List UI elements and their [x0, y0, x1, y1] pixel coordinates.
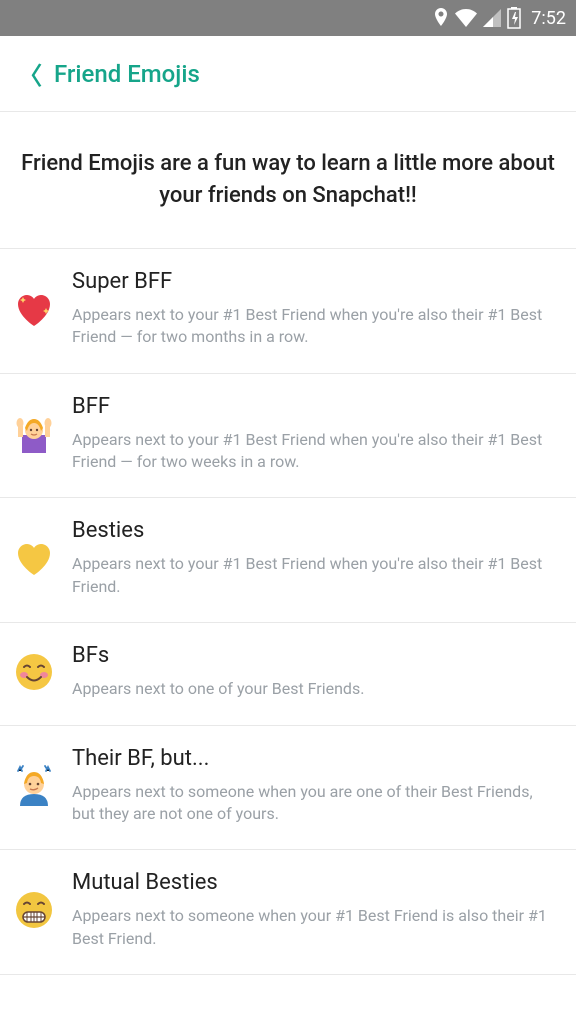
emoji-list: Super BFF Appears next to your #1 Best F…	[0, 249, 576, 975]
yellow-heart-icon	[14, 538, 54, 578]
cell-signal-icon	[483, 9, 501, 27]
grimace-face-icon	[14, 890, 54, 930]
emoji-desc: Appears next to your #1 Best Friend when…	[72, 553, 558, 598]
emoji-item-bff[interactable]: BFF Appears next to your #1 Best Friend …	[0, 374, 576, 499]
location-icon	[433, 8, 449, 28]
page-header: 〈 Friend Emojis	[0, 36, 576, 112]
emoji-title: BFF	[72, 394, 558, 419]
emoji-content: BFF Appears next to your #1 Best Friend …	[72, 394, 558, 474]
intro-text: Friend Emojis are a fun way to learn a l…	[18, 148, 558, 212]
battery-charging-icon	[507, 7, 521, 29]
emoji-desc: Appears next to someone when your #1 Bes…	[72, 905, 558, 950]
emoji-title: Besties	[72, 518, 558, 543]
emoji-item-their-bf[interactable]: Their BF, but... Appears next to someone…	[0, 726, 576, 851]
wifi-icon	[455, 9, 477, 27]
blush-face-icon	[14, 652, 54, 692]
emoji-item-besties[interactable]: Besties Appears next to your #1 Best Fri…	[0, 498, 576, 623]
back-icon[interactable]: 〈	[18, 56, 42, 91]
emoji-desc: Appears next to your #1 Best Friend when…	[72, 429, 558, 474]
emoji-content: Their BF, but... Appears next to someone…	[72, 746, 558, 826]
hands-up-woman-icon	[14, 413, 54, 453]
emoji-desc: Appears next to one of your Best Friends…	[72, 678, 558, 700]
emoji-desc: Appears next to your #1 Best Friend when…	[72, 304, 558, 349]
intro-section: Friend Emojis are a fun way to learn a l…	[0, 112, 576, 249]
emoji-title: Mutual Besties	[72, 870, 558, 895]
page-title: Friend Emojis	[54, 60, 200, 88]
emoji-item-mutual-besties[interactable]: Mutual Besties Appears next to someone w…	[0, 850, 576, 975]
emoji-item-super-bff[interactable]: Super BFF Appears next to your #1 Best F…	[0, 249, 576, 374]
emoji-title: Super BFF	[72, 269, 558, 294]
status-bar: 7:52	[0, 0, 576, 36]
emoji-content: Besties Appears next to your #1 Best Fri…	[72, 518, 558, 598]
emoji-content: Super BFF Appears next to your #1 Best F…	[72, 269, 558, 349]
emoji-item-bfs[interactable]: BFs Appears next to one of your Best Fri…	[0, 623, 576, 725]
smirk-person-icon	[14, 765, 54, 805]
status-time: 7:52	[531, 8, 566, 29]
emoji-title: BFs	[72, 643, 558, 668]
emoji-title: Their BF, but...	[72, 746, 558, 771]
emoji-content: Mutual Besties Appears next to someone w…	[72, 870, 558, 950]
heart-sparkle-icon	[14, 289, 54, 329]
emoji-desc: Appears next to someone when you are one…	[72, 781, 558, 826]
emoji-content: BFs Appears next to one of your Best Fri…	[72, 643, 558, 700]
